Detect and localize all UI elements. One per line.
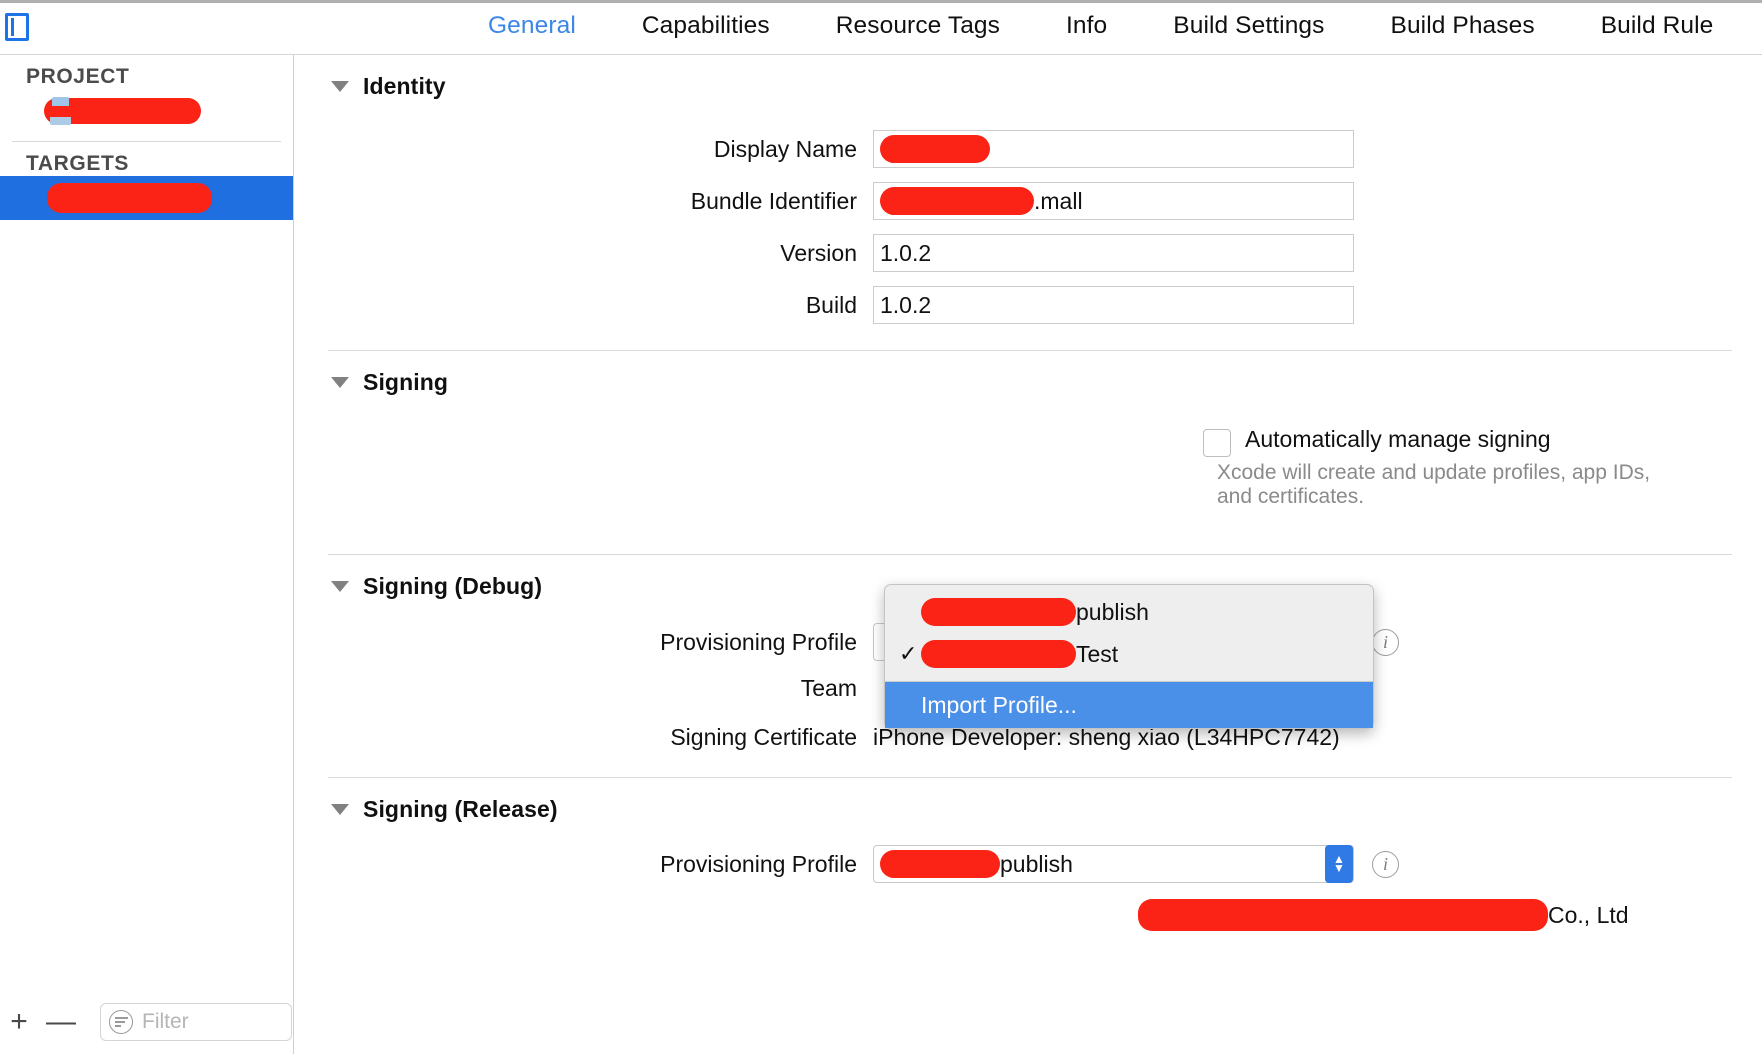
- disclosure-triangle-icon[interactable]: [331, 377, 349, 388]
- bundle-identifier-suffix: .mall: [1034, 187, 1083, 214]
- field-version: Version 1.0.2: [295, 234, 1762, 272]
- auto-manage-signing-description: Xcode will create and update profiles, a…: [1217, 461, 1651, 508]
- build-label: Build: [805, 291, 857, 318]
- field-provisioning-profile-release: Provisioning Profile publish ▲ ▼ i: [295, 845, 1762, 884]
- disclosure-triangle-icon[interactable]: [331, 804, 349, 816]
- section-signing-title: Signing: [363, 369, 449, 395]
- project-folder-icon: [48, 97, 74, 125]
- project-navigator-sidebar: PROJECT TARGETS + — Filter: [0, 55, 294, 1054]
- menu-item-import-profile[interactable]: Import Profile...: [885, 682, 1373, 728]
- target-name-redacted: [47, 183, 212, 213]
- provisioning-profile-release-label: Provisioning Profile: [660, 850, 857, 877]
- menu-item-test-suffix: Test: [1076, 640, 1119, 667]
- section-signing-header[interactable]: Signing: [331, 369, 1762, 396]
- tab-build-settings[interactable]: Build Settings: [1140, 12, 1357, 40]
- disclosure-triangle-icon[interactable]: [331, 81, 349, 92]
- bundle-identifier-label: Bundle Identifier: [690, 187, 857, 214]
- tab-build-phases[interactable]: Build Phases: [1358, 12, 1568, 40]
- add-target-button[interactable]: +: [2, 1007, 36, 1037]
- provisioning-profile-debug-label: Provisioning Profile: [660, 628, 857, 655]
- version-input[interactable]: 1.0.2: [873, 234, 1354, 272]
- info-icon[interactable]: i: [1372, 850, 1399, 878]
- tab-capabilities[interactable]: Capabilities: [609, 12, 803, 40]
- tab-build-rules[interactable]: Build Rule: [1568, 12, 1747, 40]
- tab-info[interactable]: Info: [1033, 12, 1140, 40]
- remove-target-button[interactable]: —: [44, 1007, 78, 1037]
- filter-placeholder: Filter: [142, 1010, 189, 1033]
- version-label: Version: [780, 239, 857, 266]
- chevron-updown-icon[interactable]: ▲▼: [1325, 845, 1353, 884]
- target-settings-pane: Identity Display Name Bundle Identifier …: [295, 55, 1762, 1054]
- field-team-release: Co., Ltd: [1138, 899, 1762, 932]
- tab-bar: General Capabilities Resource Tags Info …: [0, 0, 1762, 55]
- auto-manage-signing-row[interactable]: Automatically manage signing: [1203, 426, 1762, 457]
- window-top-edge: [0, 0, 1762, 3]
- sidebar-item-target[interactable]: [0, 176, 293, 220]
- build-input[interactable]: 1.0.2: [873, 286, 1354, 324]
- section-signing-release-title: Signing (Release): [363, 796, 558, 823]
- field-bundle-identifier: Bundle Identifier .mall: [295, 182, 1762, 220]
- sidebar-header-targets: TARGETS: [26, 152, 129, 175]
- tab-list: General Capabilities Resource Tags Info …: [455, 12, 1746, 40]
- tab-general[interactable]: General: [455, 12, 609, 40]
- disclosure-triangle-icon[interactable]: [331, 581, 349, 593]
- sidebar-toolbar: + — Filter: [0, 990, 293, 1054]
- menu-check-glyph: ✓: [899, 641, 918, 666]
- sidebar-item-project[interactable]: [0, 89, 293, 133]
- filter-icon: [109, 1010, 133, 1034]
- bundle-identifier-redacted: [880, 187, 1034, 215]
- filter-input[interactable]: Filter: [100, 1003, 292, 1041]
- bundle-identifier-input[interactable]: .mall: [873, 182, 1354, 220]
- field-build: Build 1.0.2: [295, 286, 1762, 324]
- section-signing-debug-title: Signing (Debug): [363, 573, 543, 600]
- team-debug-label: Team: [800, 675, 857, 702]
- section-divider-3: [328, 777, 1732, 779]
- auto-manage-signing-checkbox[interactable]: [1203, 429, 1231, 457]
- info-icon[interactable]: i: [1372, 628, 1399, 656]
- sidebar-header-project: PROJECT: [26, 65, 130, 88]
- provisioning-profile-release-suffix: publish: [1000, 850, 1073, 877]
- section-identity-header[interactable]: Identity: [331, 73, 1762, 100]
- section-signing-release-header[interactable]: Signing (Release): [331, 796, 1762, 823]
- display-name-redacted: [880, 135, 990, 163]
- display-name-input[interactable]: [873, 130, 1354, 168]
- menu-item-test-redacted: [921, 640, 1076, 668]
- menu-item-test[interactable]: ✓ Test: [885, 633, 1373, 675]
- menu-item-publish-redacted: [921, 598, 1076, 626]
- project-icon[interactable]: [5, 13, 29, 41]
- provisioning-profile-release-redacted: [880, 850, 1000, 879]
- signing-certificate-label: Signing Certificate: [670, 724, 857, 751]
- provisioning-profile-release-popup[interactable]: publish ▲ ▼: [873, 845, 1354, 884]
- field-display-name: Display Name: [295, 130, 1762, 168]
- section-divider-1: [328, 350, 1732, 351]
- menu-item-publish-suffix: publish: [1076, 598, 1149, 625]
- auto-manage-signing-label: Automatically manage signing: [1245, 426, 1551, 452]
- team-release-suffix: Co., Ltd: [1548, 901, 1629, 928]
- menu-item-publish[interactable]: publish: [885, 591, 1373, 633]
- team-release-redacted: [1138, 899, 1548, 932]
- section-divider-2: [328, 554, 1732, 556]
- tab-resource-tags[interactable]: Resource Tags: [803, 12, 1033, 40]
- section-identity-title: Identity: [363, 73, 446, 99]
- provisioning-profile-menu[interactable]: publish ✓ Test Import Profile...: [884, 584, 1374, 729]
- display-name-label: Display Name: [713, 135, 857, 162]
